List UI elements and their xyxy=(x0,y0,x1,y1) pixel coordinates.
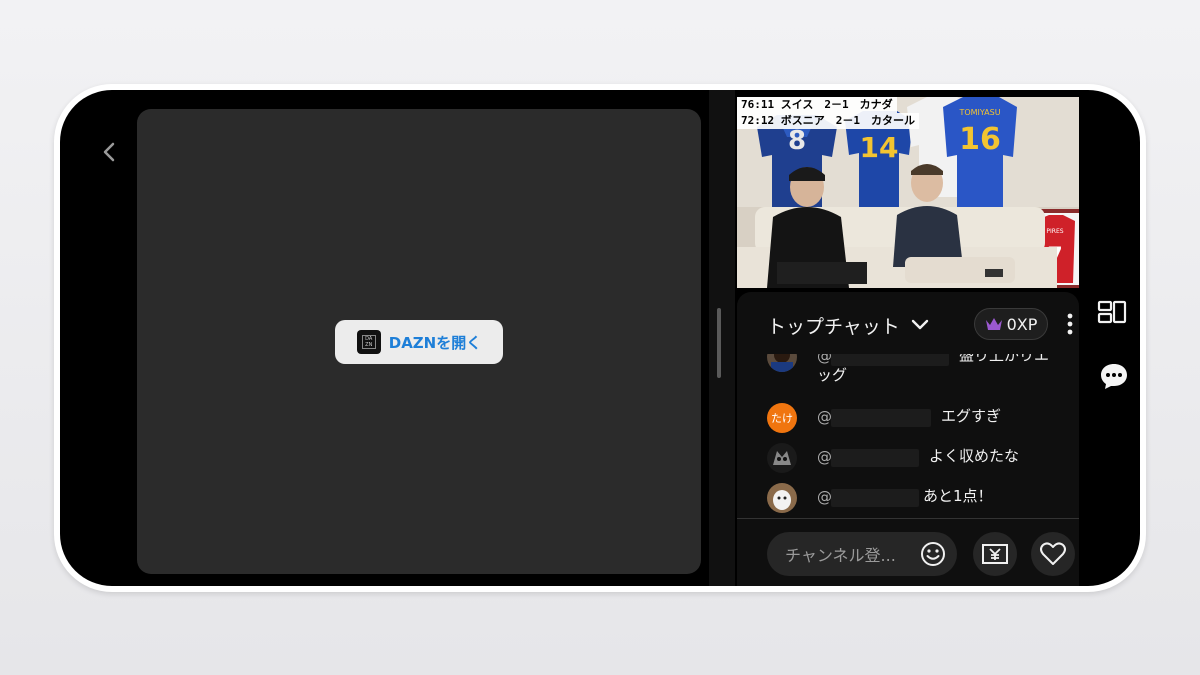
xp-label: 0XP xyxy=(1006,314,1038,334)
chevron-left-icon[interactable] xyxy=(96,138,124,166)
chat-input-container[interactable] xyxy=(767,532,957,576)
avatar xyxy=(767,443,797,473)
smiley-icon[interactable] xyxy=(919,540,947,568)
score-row: 76:11 スイス 2－1 カナダ xyxy=(737,97,897,113)
chat-message: @ あと1点！ xyxy=(737,480,1079,518)
chat-mode-selector[interactable]: トップチャット xyxy=(767,312,900,339)
chat-message-text: あと1点！ xyxy=(923,487,993,505)
avatar xyxy=(767,354,797,372)
jersey-number: 14 xyxy=(860,131,899,164)
split-divider xyxy=(709,90,735,586)
avatar xyxy=(767,483,797,513)
jersey-number: 16 xyxy=(959,122,1001,157)
live-chat-panel: トップチャット 0XP @ 盛り上がりエッグ たけ @ エグすぎ @ よく収めた… xyxy=(737,292,1079,586)
yen-icon xyxy=(982,544,1008,564)
redacted-username xyxy=(831,409,931,427)
kebab-menu-icon[interactable] xyxy=(1064,311,1076,337)
match-text: ボスニア 2－1 カタール xyxy=(780,114,915,127)
app-preview-panel: DA ZN DAZNを開く xyxy=(137,109,701,574)
phone-frame: DA ZN DAZNを開く 8 14 TOMIYASU 16 PIRES 76:… xyxy=(54,84,1146,592)
jersey-number: 8 xyxy=(788,126,806,156)
chat-message: たけ @ エグすぎ xyxy=(737,400,1079,440)
avatar-text: たけ xyxy=(771,412,793,425)
jersey-name: PIRES xyxy=(1046,228,1063,235)
split-drag-handle[interactable] xyxy=(717,308,721,378)
dazn-logo-icon: DA ZN xyxy=(356,330,381,354)
chat-message: @ よく収めたな xyxy=(737,440,1079,480)
match-time: 72:12 xyxy=(741,114,775,127)
super-chat-button[interactable] xyxy=(973,532,1017,576)
chevron-down-icon[interactable] xyxy=(909,316,931,334)
score-row: 72:12 ボスニア 2－1 カタール xyxy=(737,113,919,129)
heart-icon xyxy=(1040,542,1066,565)
match-time: 76:11 xyxy=(741,98,775,111)
jersey-name: TOMIYASU xyxy=(958,108,1000,117)
live-video[interactable]: 8 14 TOMIYASU 16 PIRES 76:11 スイス 2－1 カナダ… xyxy=(737,97,1079,288)
chat-message-text: よく収めたな xyxy=(929,447,1020,465)
chat-author-prefix: @ xyxy=(817,408,832,426)
like-button[interactable] xyxy=(1031,532,1075,576)
chat-author-prefix: @ xyxy=(817,448,832,466)
chat-message: @ 盛り上がりエッグ xyxy=(737,354,1079,394)
match-text: スイス 2－1 カナダ xyxy=(780,98,893,111)
redacted-username xyxy=(831,449,919,467)
chat-header: トップチャット 0XP xyxy=(737,292,1079,354)
chat-message-text: 盛り上がりエッグ xyxy=(817,354,1050,384)
redacted-username xyxy=(831,489,919,507)
open-dazn-button[interactable]: DA ZN DAZNを開く xyxy=(335,320,503,364)
chat-divider xyxy=(737,518,1079,519)
open-dazn-label: DAZNを開く xyxy=(388,333,482,352)
chat-input[interactable] xyxy=(783,543,905,567)
phone-screen: DA ZN DAZNを開く 8 14 TOMIYASU 16 PIRES 76:… xyxy=(60,90,1140,586)
chat-messages[interactable]: @ 盛り上がりエッグ たけ @ エグすぎ @ よく収めたな @ あと1点！ xyxy=(737,354,1079,518)
chat-message-text: エグすぎ xyxy=(941,407,1002,425)
chat-author-prefix: @ xyxy=(817,488,832,506)
crown-icon xyxy=(985,318,1002,330)
avatar: たけ xyxy=(767,403,797,433)
split-layout-icon[interactable] xyxy=(1096,296,1128,328)
xp-badge[interactable]: 0XP xyxy=(974,308,1048,340)
chat-bubble-icon[interactable] xyxy=(1098,360,1130,392)
